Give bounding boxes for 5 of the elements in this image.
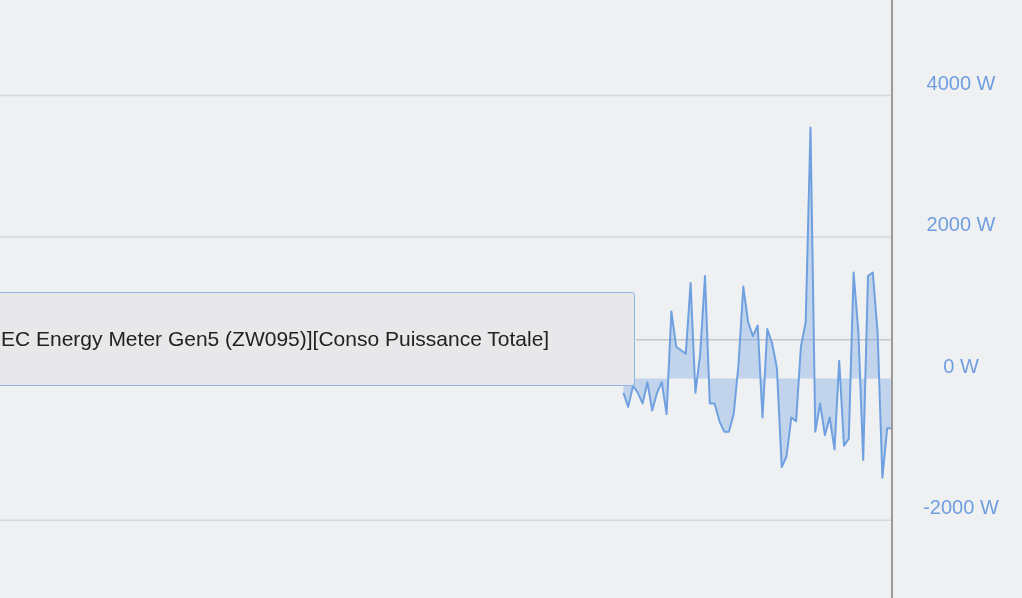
axis-tick-label: -2000 W bbox=[923, 496, 999, 519]
axis-tick-label: 4000 W bbox=[926, 71, 996, 94]
tooltip-text: EC Energy Meter Gen5 (ZW095)][Conso Puissance Totale] bbox=[1, 326, 550, 353]
axis-tick-label: 2000 W bbox=[926, 213, 996, 236]
axis-tick-label: 0 W bbox=[943, 354, 979, 377]
